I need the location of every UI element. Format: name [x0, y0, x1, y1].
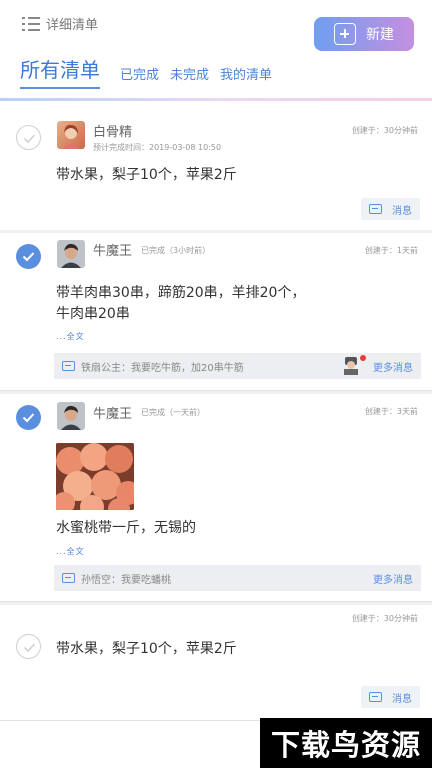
card-content-line: 带羊肉串30串，蹄筋20串，羊排20个， [56, 285, 306, 301]
card-content: 带水果，梨子10个，苹果2斤 [56, 641, 237, 657]
card-created: 创建于：3天前 [364, 407, 418, 416]
card-status: 已完成（3小时前） [141, 246, 211, 255]
card-content: 水蜜桃带一斤，无锡的 [56, 520, 196, 536]
plus-icon [334, 23, 356, 45]
tab-uncompleted[interactable]: 未完成 [170, 64, 209, 89]
message-icon [369, 204, 382, 214]
checked-circle-icon[interactable] [16, 405, 41, 430]
unchecked-circle-icon[interactable] [16, 634, 41, 659]
more-messages-link[interactable]: 更多消息 [373, 571, 413, 586]
avatar [57, 121, 85, 149]
card-content: 带水果，梨子10个，苹果2斤 [56, 167, 237, 183]
filter-tabs: 所有清单 已完成 未完成 我的清单 [20, 54, 283, 89]
detail-list-link[interactable]: 详细清单 [22, 14, 98, 33]
message-icon [369, 692, 382, 702]
card-status: 已完成（一天前） [141, 408, 205, 417]
list-card[interactable]: 创建于：30分钟前 带水果，梨子10个，苹果2斤 消息 [0, 605, 432, 721]
message-icon [62, 573, 75, 583]
avatar [57, 402, 85, 430]
app-header: 详细清单 新建 所有清单 已完成 未完成 我的清单 [0, 0, 432, 101]
unread-dot [360, 355, 366, 361]
card-due-time: 预计完成时间：2019-03-08 10:50 [93, 143, 222, 152]
avatar [57, 240, 85, 268]
checked-circle-icon[interactable] [16, 244, 41, 269]
more-messages-link[interactable]: 更多消息 [373, 359, 413, 374]
card-content-line: 牛肉串20串 [56, 306, 130, 322]
unchecked-circle-icon[interactable] [16, 125, 41, 150]
card-created: 创建于：30分钟前 [351, 126, 418, 135]
message-button-label: 消息 [392, 693, 412, 705]
message-strip[interactable]: 铁扇公主：我要吃牛筋，加20串牛筋 更多消息 [54, 353, 421, 379]
card-created: 创建于：30分钟前 [351, 614, 418, 623]
card-author: 白骨精 [93, 125, 133, 140]
latest-message: 孙悟空：我要吃蟠桃 [81, 574, 171, 586]
list-icon [22, 16, 40, 32]
peach-photo[interactable] [56, 443, 134, 510]
expand-link[interactable]: ...全文 [56, 546, 85, 557]
tab-all[interactable]: 所有清单 [20, 54, 100, 89]
card-author: 牛魔王 [93, 407, 133, 422]
avatar [343, 357, 359, 375]
new-button[interactable]: 新建 [314, 17, 414, 51]
tab-completed[interactable]: 已完成 [120, 64, 159, 89]
list-card[interactable]: 牛魔王 已完成（3小时前） 创建于：1天前 带羊肉串30串，蹄筋20串，羊排20… [0, 233, 432, 391]
latest-message: 铁扇公主：我要吃牛筋，加20串牛筋 [81, 362, 244, 374]
card-author: 牛魔王 [93, 244, 133, 259]
watermark-logo: 下载鸟资源 [260, 718, 432, 768]
detail-list-label: 详细清单 [46, 18, 99, 33]
message-button[interactable]: 消息 [361, 686, 420, 708]
card-created: 创建于：1天前 [364, 246, 418, 255]
list-card[interactable]: 白骨精 预计完成时间：2019-03-08 10:50 创建于：30分钟前 带水… [0, 101, 432, 231]
message-button-label: 消息 [392, 205, 412, 217]
list-card[interactable]: 牛魔王 已完成（一天前） 创建于：3天前 水蜜桃带一斤，无锡的 ...全文 孙悟… [0, 394, 432, 602]
message-strip[interactable]: 孙悟空：我要吃蟠桃 更多消息 [54, 565, 421, 591]
message-icon [62, 361, 75, 371]
new-button-label: 新建 [366, 27, 394, 43]
expand-link[interactable]: ...全文 [56, 331, 85, 342]
message-button[interactable]: 消息 [361, 198, 420, 220]
tab-mine[interactable]: 我的清单 [220, 64, 272, 89]
